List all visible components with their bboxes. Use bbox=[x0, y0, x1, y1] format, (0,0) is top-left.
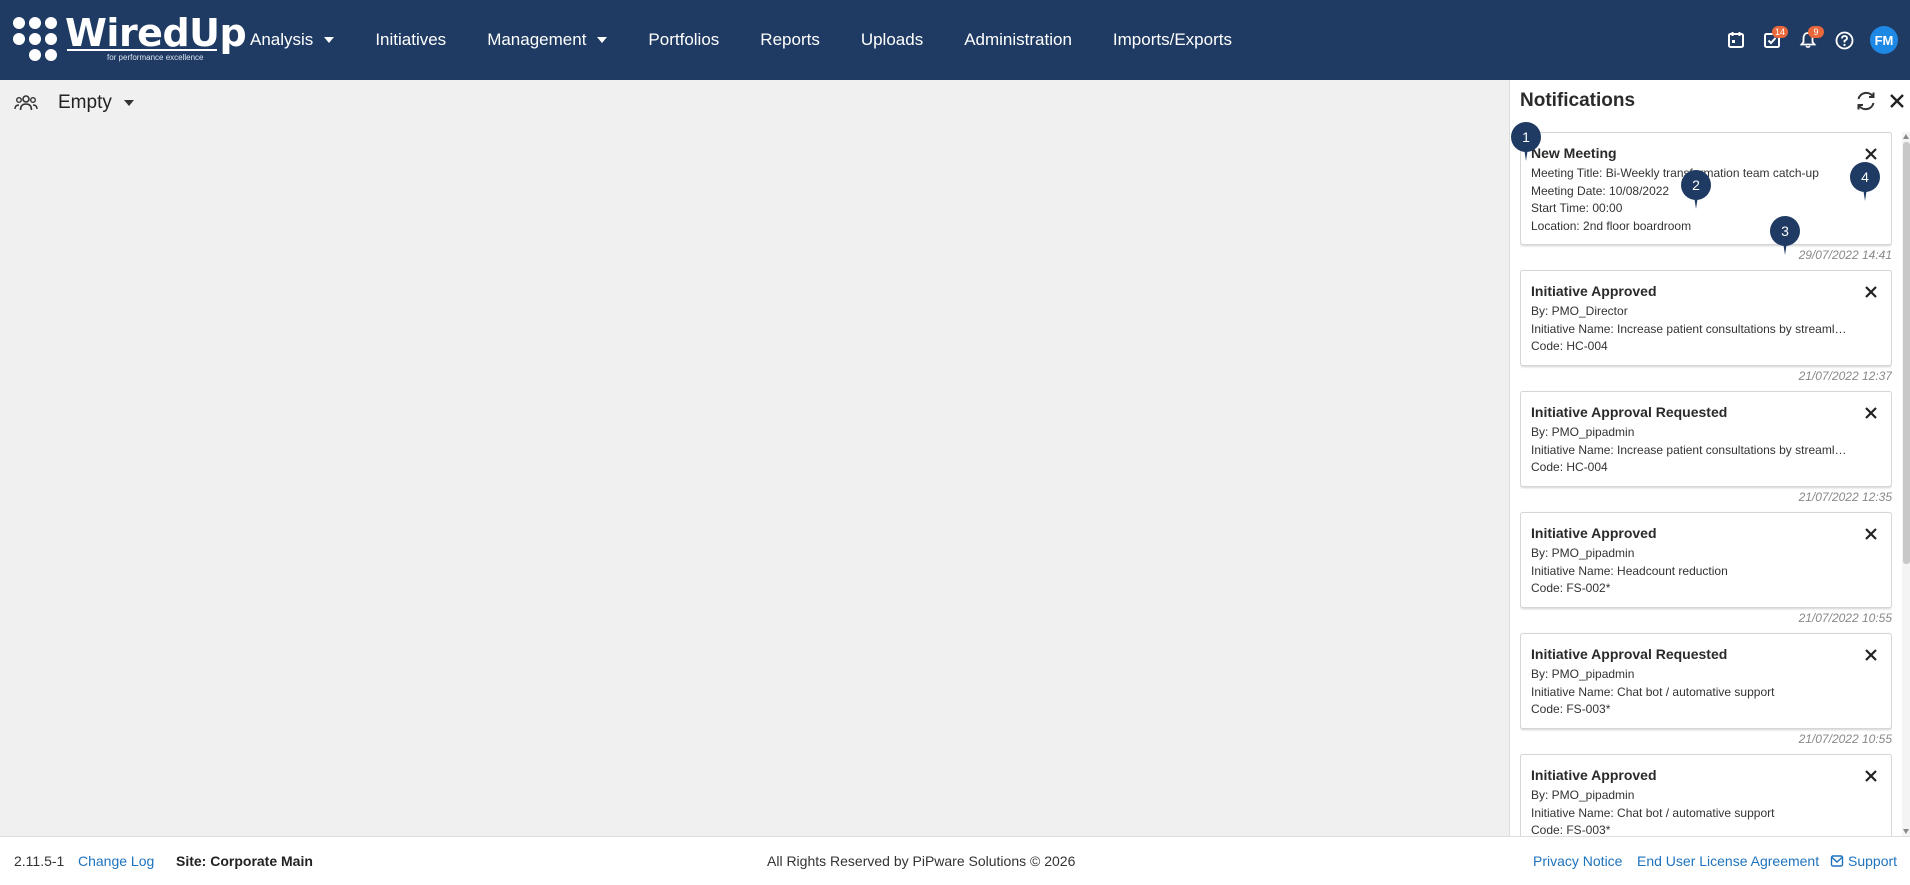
user-avatar[interactable]: FM bbox=[1870, 26, 1898, 54]
team-selector-value: Empty bbox=[58, 92, 112, 113]
notification-card[interactable]: Initiative Approval Requested By: PMO_pi… bbox=[1520, 391, 1892, 487]
nav-initiatives[interactable]: Initiatives bbox=[375, 30, 446, 50]
notification-title: Initiative Approved bbox=[1531, 283, 1657, 299]
notification-card[interactable]: Initiative Approval Requested By: PMO_pi… bbox=[1520, 633, 1892, 729]
notification-title: Initiative Approval Requested bbox=[1531, 404, 1728, 420]
notification-line: Initiative Name: Chat bot / automative s… bbox=[1531, 684, 1775, 699]
brand-tagline: for performance excellence bbox=[107, 53, 204, 62]
nav-management[interactable]: Management bbox=[487, 30, 608, 50]
top-navigation-bar: WiredUp for performance excellence Analy… bbox=[0, 0, 1910, 80]
notifications-badge: 9 bbox=[1808, 26, 1824, 38]
notification-list: New Meeting Meeting Title: Bi-Weekly tra… bbox=[1520, 132, 1892, 836]
app-version: 2.11.5-1 bbox=[14, 853, 65, 869]
notification-item: Initiative Approved By: PMO_Director Ini… bbox=[1520, 270, 1892, 383]
notification-line: Initiative Name: Increase patient consul… bbox=[1531, 321, 1849, 336]
header-actions: 14 9 FM bbox=[1718, 0, 1910, 80]
dismiss-notification-icon[interactable] bbox=[1863, 405, 1879, 421]
annotation-marker-4: 4 bbox=[1850, 162, 1880, 202]
notification-line: By: PMO_pipadmin bbox=[1531, 425, 1635, 439]
notification-line: Initiative Name: Headcount reduction bbox=[1531, 563, 1728, 578]
team-icon bbox=[14, 95, 38, 111]
dismiss-notification-icon[interactable] bbox=[1863, 284, 1879, 300]
nav-uploads[interactable]: Uploads bbox=[861, 30, 923, 50]
close-panel-icon[interactable] bbox=[1888, 92, 1906, 110]
nav-portfolios[interactable]: Portfolios bbox=[648, 30, 719, 50]
refresh-icon[interactable] bbox=[1855, 90, 1877, 112]
notifications-header: Notifications bbox=[1520, 90, 1904, 118]
caret-down-icon bbox=[324, 37, 335, 43]
notification-line: Initiative Name: Chat bot / automative s… bbox=[1531, 805, 1775, 820]
dismiss-notification-icon[interactable] bbox=[1863, 768, 1879, 784]
notification-card[interactable]: Initiative Approved By: PMO_pipadmin Ini… bbox=[1520, 754, 1892, 836]
notification-line: By: PMO_pipadmin bbox=[1531, 546, 1635, 560]
privacy-notice-link[interactable]: Privacy Notice bbox=[1533, 853, 1622, 869]
notifications-button[interactable]: 9 bbox=[1790, 22, 1826, 58]
support-link[interactable]: Support bbox=[1830, 853, 1897, 869]
notification-title: Initiative Approval Requested bbox=[1531, 646, 1728, 662]
notification-title: Initiative Approved bbox=[1531, 767, 1657, 783]
notifications-title: Notifications bbox=[1520, 90, 1636, 111]
notification-line: Code: HC-004 bbox=[1531, 339, 1608, 353]
change-log-link[interactable]: Change Log bbox=[78, 853, 154, 869]
annotation-marker-2: 2 bbox=[1681, 170, 1711, 210]
notification-line: Location: 2nd floor boardroom bbox=[1531, 218, 1692, 233]
help-button[interactable] bbox=[1826, 22, 1862, 58]
nav-imports-exports[interactable]: Imports/Exports bbox=[1113, 30, 1232, 50]
annotation-marker-3: 3 bbox=[1770, 216, 1800, 256]
nav-reports[interactable]: Reports bbox=[760, 30, 820, 50]
notification-item: Initiative Approval Requested By: PMO_pi… bbox=[1520, 633, 1892, 746]
footer: 2.11.5-1 Change Log Site: Corporate Main… bbox=[0, 836, 1910, 885]
notification-time: 21/07/2022 10:55 bbox=[1798, 611, 1892, 625]
notification-time: 21/07/2022 12:37 bbox=[1798, 369, 1892, 383]
current-site: Site: Corporate Main bbox=[176, 853, 313, 869]
annotation-marker-1: 1 bbox=[1511, 122, 1541, 162]
dismiss-notification-icon[interactable] bbox=[1863, 526, 1879, 542]
wiredup-logo[interactable]: WiredUp for performance excellence bbox=[13, 11, 247, 65]
notification-card[interactable]: Initiative Approved By: PMO_Director Ini… bbox=[1520, 270, 1892, 366]
notification-title: New Meeting bbox=[1531, 145, 1617, 161]
notification-item: Initiative Approval Requested By: PMO_pi… bbox=[1520, 391, 1892, 504]
nav-analysis[interactable]: Analysis bbox=[250, 30, 335, 50]
tasks-badge: 14 bbox=[1772, 26, 1789, 38]
dismiss-notification-icon[interactable] bbox=[1863, 146, 1879, 162]
calendar-icon bbox=[1728, 32, 1744, 48]
notification-item: Initiative Approved By: PMO_pipadmin Ini… bbox=[1520, 754, 1892, 836]
eula-link[interactable]: End User License Agreement bbox=[1637, 853, 1819, 869]
caret-down-icon bbox=[123, 100, 134, 106]
notification-line: Code: HC-004 bbox=[1531, 460, 1608, 474]
notification-line: Code: FS-003* bbox=[1531, 702, 1611, 716]
logo-rule bbox=[67, 49, 217, 51]
dismiss-notification-icon[interactable] bbox=[1863, 647, 1879, 663]
caret-down-icon bbox=[597, 37, 608, 43]
tasks-button[interactable]: 14 bbox=[1754, 22, 1790, 58]
notification-time: 21/07/2022 10:55 bbox=[1798, 732, 1892, 746]
notifications-scrollbar[interactable] bbox=[1902, 132, 1910, 836]
copyright-text: All Rights Reserved by PiPware Solutions… bbox=[767, 853, 1076, 869]
notification-line: By: PMO_pipadmin bbox=[1531, 667, 1635, 681]
scroll-down-arrow-icon[interactable] bbox=[1903, 829, 1909, 834]
notification-item: Initiative Approved By: PMO_pipadmin Ini… bbox=[1520, 512, 1892, 625]
notification-line: Code: FS-003* bbox=[1531, 823, 1611, 836]
nav-administration[interactable]: Administration bbox=[964, 30, 1072, 50]
team-selector[interactable]: Empty bbox=[14, 92, 134, 114]
help-icon bbox=[1835, 31, 1853, 49]
notification-time: 21/07/2022 12:35 bbox=[1798, 490, 1892, 504]
notification-line: By: PMO_Director bbox=[1531, 304, 1628, 318]
scrollbar-thumb[interactable] bbox=[1903, 142, 1910, 564]
notification-time: 29/07/2022 14:41 bbox=[1798, 248, 1892, 262]
logo-dots-icon bbox=[13, 17, 57, 63]
calendar-button[interactable] bbox=[1718, 22, 1754, 58]
support-icon bbox=[1830, 855, 1844, 867]
notification-line: Code: FS-002* bbox=[1531, 581, 1611, 595]
notification-card[interactable]: Initiative Approved By: PMO_pipadmin Ini… bbox=[1520, 512, 1892, 608]
main-nav: Analysis Initiatives Management Portfoli… bbox=[250, 0, 1273, 80]
notification-line: Initiative Name: Increase patient consul… bbox=[1531, 442, 1849, 457]
notification-title: Initiative Approved bbox=[1531, 525, 1657, 541]
notification-line: By: PMO_pipadmin bbox=[1531, 788, 1635, 802]
scroll-up-arrow-icon[interactable] bbox=[1903, 134, 1909, 139]
